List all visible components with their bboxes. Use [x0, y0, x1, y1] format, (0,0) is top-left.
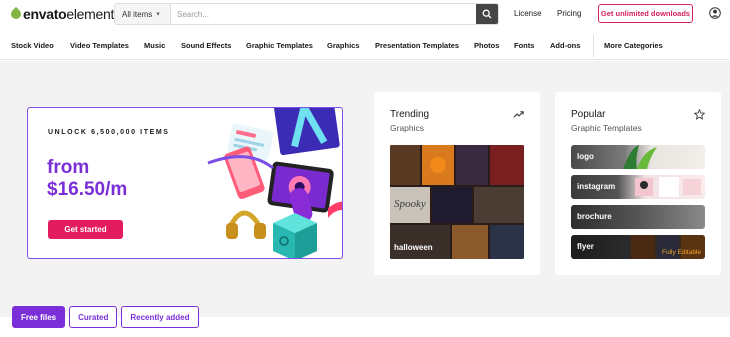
- nav-item-stock-video[interactable]: Stock Video: [11, 41, 54, 50]
- user-avatar-icon[interactable]: [709, 7, 721, 19]
- trending-image-label: halloween: [394, 243, 433, 252]
- popular-row-logo[interactable]: logo: [571, 145, 705, 169]
- nav-item-photos[interactable]: Photos: [474, 41, 499, 50]
- search-icon: [482, 9, 492, 19]
- pricing-link[interactable]: Pricing: [557, 9, 581, 18]
- trending-image[interactable]: Spooky halloween: [390, 145, 524, 259]
- tab-curated[interactable]: Curated: [69, 306, 118, 328]
- leaf-icon: [8, 6, 24, 22]
- hero-price-line1: from: [47, 157, 90, 178]
- halloween-collage: Spooky: [390, 145, 524, 259]
- content-filter-tabs: Free files Curated Recently added: [12, 306, 199, 328]
- nav-item-presentation-templates[interactable]: Presentation Templates: [375, 41, 459, 50]
- logo-thumbnail: [623, 145, 657, 169]
- main-content: UNLOCK 6,500,000 ITEMS from $16.50/m Get…: [0, 61, 730, 317]
- popular-subtitle: Graphic Templates: [571, 123, 642, 133]
- search-button[interactable]: [476, 4, 498, 24]
- nav-item-graphics[interactable]: Graphics: [327, 41, 360, 50]
- nav-item-graphic-templates[interactable]: Graphic Templates: [246, 41, 313, 50]
- popular-row-label: flyer: [577, 242, 594, 251]
- get-unlimited-downloads-button[interactable]: Get unlimited downloads: [598, 4, 693, 23]
- tab-free-files[interactable]: Free files: [12, 306, 66, 328]
- search-category-label: All items: [122, 9, 153, 19]
- nav-item-music[interactable]: Music: [144, 41, 165, 50]
- popular-row-label: instagram: [577, 182, 616, 191]
- nav-item-sound-effects[interactable]: Sound Effects: [181, 41, 231, 50]
- popular-row-brochure[interactable]: brochure: [571, 205, 705, 229]
- popular-row-flyer[interactable]: flyer Fully Editable: [571, 235, 705, 259]
- hero-eyebrow: UNLOCK 6,500,000 ITEMS: [48, 129, 170, 136]
- search-category-dropdown[interactable]: All items ▾: [115, 4, 171, 24]
- popular-row-label: brochure: [577, 212, 612, 221]
- category-nav: Stock Video Video Templates Music Sound …: [0, 30, 730, 60]
- hero-illustration: [207, 108, 342, 258]
- popular-row-instagram[interactable]: instagram: [571, 175, 705, 199]
- nav-item-more-categories[interactable]: More Categories: [604, 41, 663, 50]
- get-started-button[interactable]: Get started: [48, 220, 123, 239]
- trending-card[interactable]: Trending Graphics Spooky halloween: [374, 92, 540, 275]
- search-box: All items ▾: [114, 3, 499, 25]
- trending-subtitle: Graphics: [390, 123, 425, 133]
- star-outline-icon[interactable]: [694, 109, 705, 120]
- popular-title: Popular: [571, 109, 606, 120]
- tab-recently-added[interactable]: Recently added: [121, 306, 199, 328]
- popular-row-label: logo: [577, 152, 594, 161]
- trending-up-icon: [513, 111, 524, 118]
- svg-text:Spooky: Spooky: [394, 198, 426, 210]
- fully-editable-tag: Fully Editable: [661, 249, 701, 256]
- hero-price-line2: $16.50/m: [47, 179, 128, 200]
- nav-item-fonts[interactable]: Fonts: [514, 41, 534, 50]
- chevron-down-icon: ▾: [156, 11, 160, 18]
- top-header: envatoelements All items ▾ License Prici…: [0, 0, 730, 30]
- popular-card: Popular Graphic Templates logo instagram…: [555, 92, 721, 275]
- hero-banner: UNLOCK 6,500,000 ITEMS from $16.50/m Get…: [27, 107, 343, 259]
- instagram-thumbnail: [635, 177, 701, 197]
- hero-price: from $16.50/m: [47, 157, 127, 201]
- logo-text: envatoelements: [23, 6, 121, 22]
- search-input[interactable]: [171, 4, 476, 24]
- nav-item-add-ons[interactable]: Add-ons: [550, 41, 580, 50]
- envato-logo[interactable]: envatoelements: [8, 5, 121, 23]
- nav-item-video-templates[interactable]: Video Templates: [70, 41, 129, 50]
- nav-divider: [593, 35, 594, 57]
- license-link[interactable]: License: [514, 9, 542, 18]
- trending-title: Trending: [390, 109, 430, 120]
